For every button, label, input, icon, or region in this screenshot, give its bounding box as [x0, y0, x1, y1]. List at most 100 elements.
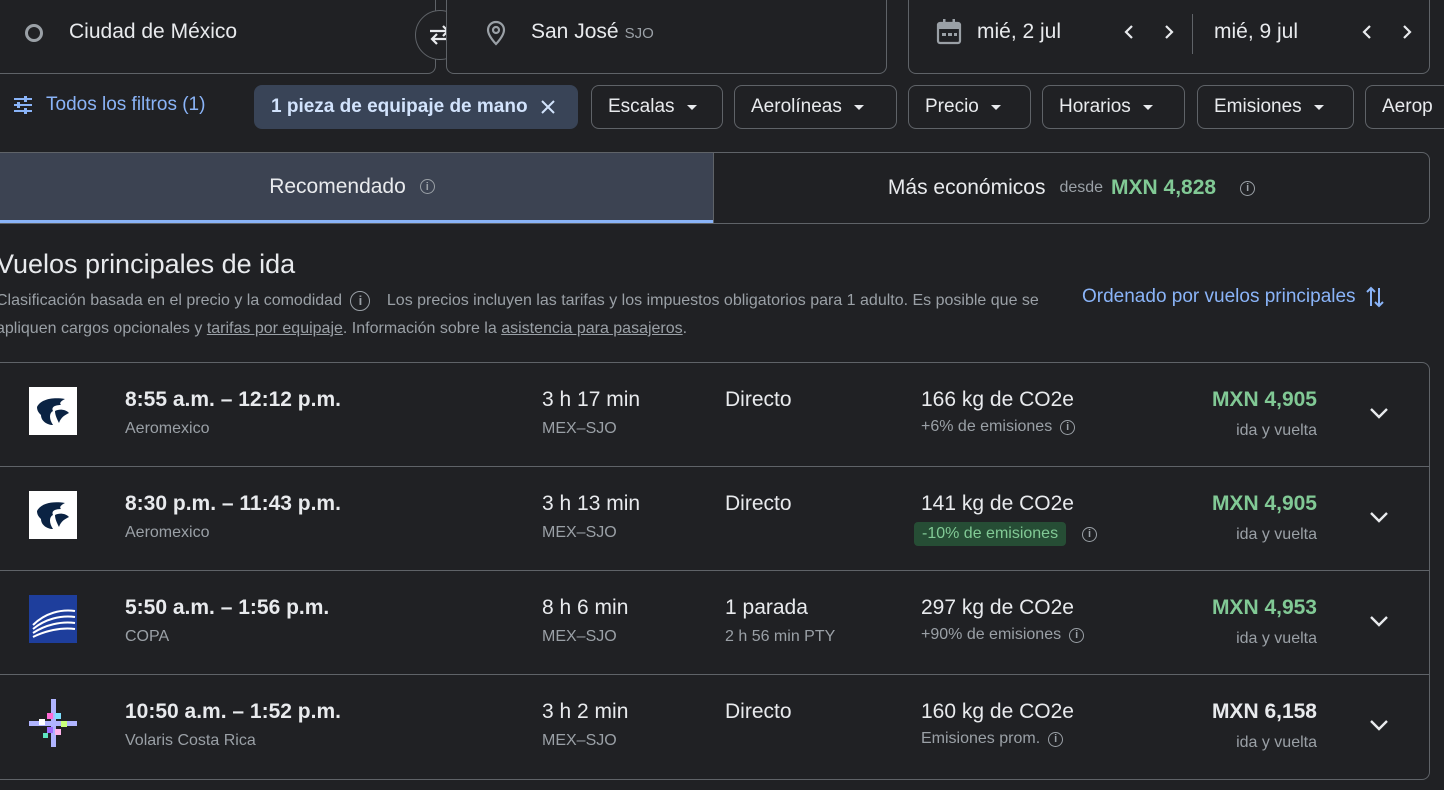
- sort-label: Ordenado por vuelos principales: [1082, 286, 1356, 307]
- flight-price: MXN 4,905: [1211, 492, 1317, 515]
- airline-name: Aeromexico: [125, 420, 210, 437]
- trip-type: ida y vuelta: [1236, 630, 1317, 647]
- price-filter-chip[interactable]: Precio: [908, 85, 1031, 129]
- flight-times: 5:50 a.m. – 1:56 p.m.: [125, 596, 330, 619]
- flight-duration: 3 h 13 min: [542, 492, 641, 515]
- from-label: desde: [1059, 179, 1104, 196]
- tab-cheapest-label: Más económicos: [887, 176, 1046, 199]
- trip-type: ida y vuelta: [1236, 422, 1317, 439]
- flight-row[interactable]: 8:55 a.m. – 12:12 p.m. Aeromexico 3 h 17…: [0, 363, 1429, 467]
- return-date[interactable]: mié, 9 jul: [1214, 20, 1298, 44]
- flight-row[interactable]: 8:30 p.m. – 11:43 p.m. Aeromexico 3 h 13…: [0, 467, 1429, 571]
- emissions-info: Emisiones prom. i: [921, 730, 1064, 748]
- date-divider: [1192, 14, 1193, 54]
- price-note-2: . Información sobre la: [342, 320, 497, 337]
- destination-text: San José SJO: [531, 20, 654, 44]
- flight-stops: Directo: [725, 700, 792, 723]
- dropdown-caret-icon: [686, 104, 697, 110]
- airline-name: Aeromexico: [125, 524, 210, 541]
- flight-price: MXN 4,953: [1211, 596, 1317, 619]
- info-icon[interactable]: i: [1060, 419, 1076, 435]
- passenger-assistance-link[interactable]: asistencia para pasajeros: [501, 320, 682, 337]
- co2-amount: 297 kg de CO2e: [921, 596, 1074, 619]
- info-icon[interactable]: i: [350, 290, 371, 311]
- emissions-info: -10% de emisiones i: [914, 522, 1098, 546]
- layover-info: 2 h 56 min PTY: [725, 628, 836, 645]
- expand-button[interactable]: [1367, 401, 1391, 425]
- emissions-text: +90% de emisiones: [921, 626, 1062, 643]
- flight-results-list: 8:55 a.m. – 12:12 p.m. Aeromexico 3 h 17…: [0, 362, 1430, 780]
- times-filter-chip[interactable]: Horarios: [1042, 85, 1185, 129]
- info-icon[interactable]: i: [1048, 731, 1064, 747]
- close-icon[interactable]: [540, 99, 556, 115]
- expand-button[interactable]: [1367, 713, 1391, 737]
- flight-route: MEX–SJO: [542, 732, 617, 749]
- dropdown-caret-icon: [1313, 104, 1324, 110]
- dates-field[interactable]: mié, 2 jul mié, 9 jul: [908, 0, 1430, 74]
- stops-filter-label: Escalas: [608, 96, 675, 117]
- flight-stops: Directo: [725, 388, 792, 411]
- info-icon[interactable]: i: [1069, 627, 1085, 643]
- aeromexico-logo-icon: [29, 491, 77, 539]
- calendar-icon: [936, 19, 962, 45]
- flight-times: 8:30 p.m. – 11:43 p.m.: [125, 492, 341, 515]
- chevron-down-icon: [1370, 616, 1388, 627]
- ranking-note: Clasificación basada en el precio y la c…: [0, 292, 342, 309]
- stops-filter-chip[interactable]: Escalas: [591, 85, 723, 129]
- depart-date[interactable]: mié, 2 jul: [977, 20, 1061, 44]
- flight-price: MXN 6,158: [1211, 700, 1317, 723]
- chevron-down-icon: [1370, 512, 1388, 523]
- return-next-button[interactable]: [1395, 20, 1419, 44]
- volaris-logo-icon: [29, 699, 77, 747]
- emissions-filter-label: Emisiones: [1214, 96, 1302, 117]
- trip-type: ida y vuelta: [1236, 526, 1317, 543]
- flight-duration: 8 h 6 min: [542, 596, 629, 619]
- tab-recommended-label: Recomendado: [269, 174, 406, 198]
- emissions-badge: -10% de emisiones: [914, 522, 1067, 546]
- aeromexico-logo-icon: [29, 387, 77, 435]
- emissions-text: +6% de emisiones: [921, 418, 1053, 435]
- chevron-right-icon: [1403, 25, 1412, 39]
- airlines-filter-chip[interactable]: Aerolíneas: [734, 85, 897, 129]
- carry-on-filter-label: 1 pieza de equipaje de mano: [271, 96, 528, 117]
- info-icon[interactable]: i: [1240, 180, 1256, 196]
- info-icon[interactable]: i: [419, 179, 435, 194]
- tab-recommended[interactable]: Recomendado i: [0, 153, 713, 223]
- airports-filter-chip[interactable]: Aerop: [1365, 85, 1444, 129]
- flight-duration: 3 h 2 min: [542, 700, 629, 723]
- tune-icon: [14, 96, 32, 114]
- sort-tabs: Recomendado i Más económicos desde MXN 4…: [0, 152, 1430, 224]
- return-prev-button[interactable]: [1355, 20, 1379, 44]
- sort-button[interactable]: Ordenado por vuelos principales: [1082, 284, 1386, 310]
- emissions-filter-chip[interactable]: Emisiones: [1197, 85, 1354, 129]
- flight-row[interactable]: 10:50 a.m. – 1:52 p.m. Volaris Costa Ric…: [0, 675, 1429, 779]
- chevron-left-icon: [1362, 25, 1371, 39]
- airlines-filter-label: Aerolíneas: [751, 96, 842, 117]
- bag-fees-link[interactable]: tarifas por equipaje: [207, 320, 343, 337]
- flight-row[interactable]: 5:50 a.m. – 1:56 p.m. COPA 8 h 6 min MEX…: [0, 571, 1429, 675]
- cheapest-price: MXN 4,828: [1111, 176, 1217, 199]
- carry-on-filter-chip[interactable]: 1 pieza de equipaje de mano: [254, 85, 578, 129]
- depart-prev-button[interactable]: [1117, 20, 1141, 44]
- all-filters-button[interactable]: Todos los filtros (1): [12, 94, 205, 116]
- origin-field[interactable]: Ciudad de México: [0, 0, 436, 74]
- tab-cheapest[interactable]: Más económicos desde MXN 4,828 i: [713, 153, 1429, 223]
- chevron-down-icon: [1370, 408, 1388, 419]
- destination-field[interactable]: San José SJO: [446, 0, 887, 74]
- dropdown-caret-icon: [1142, 104, 1153, 110]
- expand-button[interactable]: [1367, 505, 1391, 529]
- airports-filter-label: Aerop: [1382, 96, 1433, 117]
- info-icon[interactable]: i: [1082, 526, 1098, 542]
- dropdown-caret-icon: [990, 104, 1001, 110]
- price-filter-label: Precio: [925, 96, 979, 117]
- origin-text: Ciudad de México: [69, 20, 238, 43]
- trip-type: ida y vuelta: [1236, 734, 1317, 751]
- co2-amount: 160 kg de CO2e: [921, 700, 1074, 723]
- flight-route: MEX–SJO: [542, 628, 617, 645]
- depart-next-button[interactable]: [1157, 20, 1181, 44]
- dropdown-caret-icon: [853, 104, 864, 110]
- flight-stops: 1 parada: [725, 596, 808, 619]
- airline-name: COPA: [125, 628, 170, 645]
- copa-logo-icon: [29, 595, 77, 643]
- expand-button[interactable]: [1367, 609, 1391, 633]
